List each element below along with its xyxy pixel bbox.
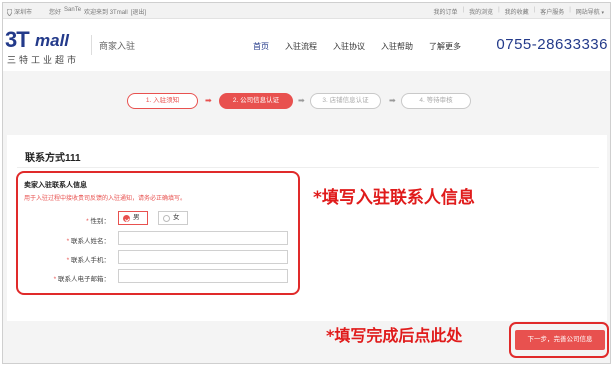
email-label: * 联系人电子邮箱： [50, 273, 110, 283]
progress-steps: 1. 入驻须知 ➡ 2. 公司信息认证 ➡ 3. 店铺信息认证 ➡ 4. 等待审… [3, 75, 610, 129]
nav-help[interactable]: 入驻帮助 [381, 41, 413, 52]
section-title: 商家入驻 [99, 41, 136, 51]
phone-label-text: 联系人手机： [71, 257, 110, 264]
required-mark: * [66, 238, 70, 245]
annotation-click-next: *填写完成后点此处 [326, 326, 463, 345]
location-text: 深圳市 [14, 10, 33, 16]
my-orders-link[interactable]: 我的订单 [433, 7, 457, 16]
hotline-phone: 0755-28633336 [496, 36, 608, 53]
step-1: 1. 入驻须知 [127, 93, 198, 109]
divider: | [533, 7, 536, 13]
arrow-right-icon: ➡ [298, 96, 305, 105]
logo-text: mall [35, 31, 70, 50]
logo-subtitle: 三特工业超市 [7, 55, 80, 65]
top-links: 我的订单 | 我的浏览 | 我的收藏 | 客户服务 | 网站导航 ▾ [433, 7, 604, 16]
arrow-right-icon: ➡ [205, 96, 212, 105]
logo-mark: 3T [5, 27, 30, 52]
site-header: 3T mall 三特工业超市 商家入驻 首页 入驻流程 入驻协议 入驻帮助 了解… [3, 19, 610, 71]
nav-process[interactable]: 入驻流程 [285, 41, 317, 52]
divider: | [498, 7, 500, 13]
required-mark: * [86, 218, 89, 225]
form-hint: 用于入驻过程中接收贵司反馈的入驻通知，请务必正确填写。 [24, 196, 187, 202]
username-link[interactable]: SanTe [64, 7, 81, 16]
welcome-area: 您好 SanTe 欢迎来到 3Tmall [退出] [49, 7, 146, 16]
top-bar: 深圳市 您好 SanTe 欢迎来到 3Tmall [退出] 我的订单 | 我的浏… [3, 3, 610, 19]
step-2: 2. 公司信息认证 [219, 93, 293, 109]
welcome-text: 欢迎来到 3Tmall [84, 10, 128, 16]
customer-service-link[interactable]: 客户服务 [540, 7, 564, 16]
site-nav-label: 网站导航 [575, 10, 600, 16]
browse-history-link[interactable]: 我的浏览 [469, 7, 493, 16]
gender-male-radio[interactable]: 男 [118, 211, 148, 225]
favorites-link[interactable]: 我的收藏 [505, 7, 529, 16]
nav-agreement[interactable]: 入驻协议 [333, 41, 365, 52]
gender-male-label: 男 [133, 214, 140, 221]
annotation-fill-contact: *填写入驻联系人信息 [313, 188, 475, 208]
site-logo[interactable]: 3T mall 三特工业超市 [5, 25, 87, 65]
radio-icon [163, 215, 170, 222]
phone-label: * 联系人手机： [50, 254, 110, 264]
gender-label: * 性别： [50, 215, 110, 225]
location-selector[interactable]: 深圳市 [7, 7, 32, 16]
step-4: 4. 等待审核 [401, 93, 471, 109]
nav-home[interactable]: 首页 [253, 41, 269, 52]
gender-female-radio[interactable]: 女 [158, 211, 188, 225]
name-label: * 联系人姓名： [50, 235, 110, 245]
gender-label-text: 性别： [90, 218, 111, 225]
divider: | [462, 7, 465, 13]
check-icon [123, 215, 130, 222]
required-mark: * [53, 276, 57, 283]
nav-more[interactable]: 了解更多 [429, 41, 461, 52]
page-title: 联系方式111 [25, 153, 81, 164]
gender-female-label: 女 [173, 214, 180, 221]
step-3: 3. 店铺信息认证 [310, 93, 381, 109]
site-nav-link[interactable]: 网站导航 ▾ [576, 7, 604, 16]
location-pin-icon [7, 8, 12, 16]
arrow-right-icon: ➡ [389, 96, 396, 105]
contact-phone-input[interactable] [118, 250, 288, 264]
email-label-text: 联系人电子邮箱： [58, 276, 110, 283]
name-label-text: 联系人姓名： [71, 238, 110, 245]
main-nav: 首页 入驻流程 入驻协议 入驻帮助 了解更多 [253, 41, 477, 52]
next-step-button[interactable]: 下一步，完善公司信息 [515, 330, 605, 350]
contact-name-input[interactable] [118, 231, 288, 245]
chevron-down-icon: ▾ [601, 10, 604, 16]
greeting-text: 您好 [49, 10, 62, 16]
logout-link[interactable]: [退出] [131, 7, 146, 16]
title-divider [17, 167, 599, 168]
header-divider [91, 35, 92, 55]
required-mark: * [66, 257, 70, 264]
form-subtitle: 卖家入驻联系人信息 [24, 182, 87, 189]
divider: | [569, 7, 571, 13]
contact-email-input[interactable] [118, 269, 288, 283]
